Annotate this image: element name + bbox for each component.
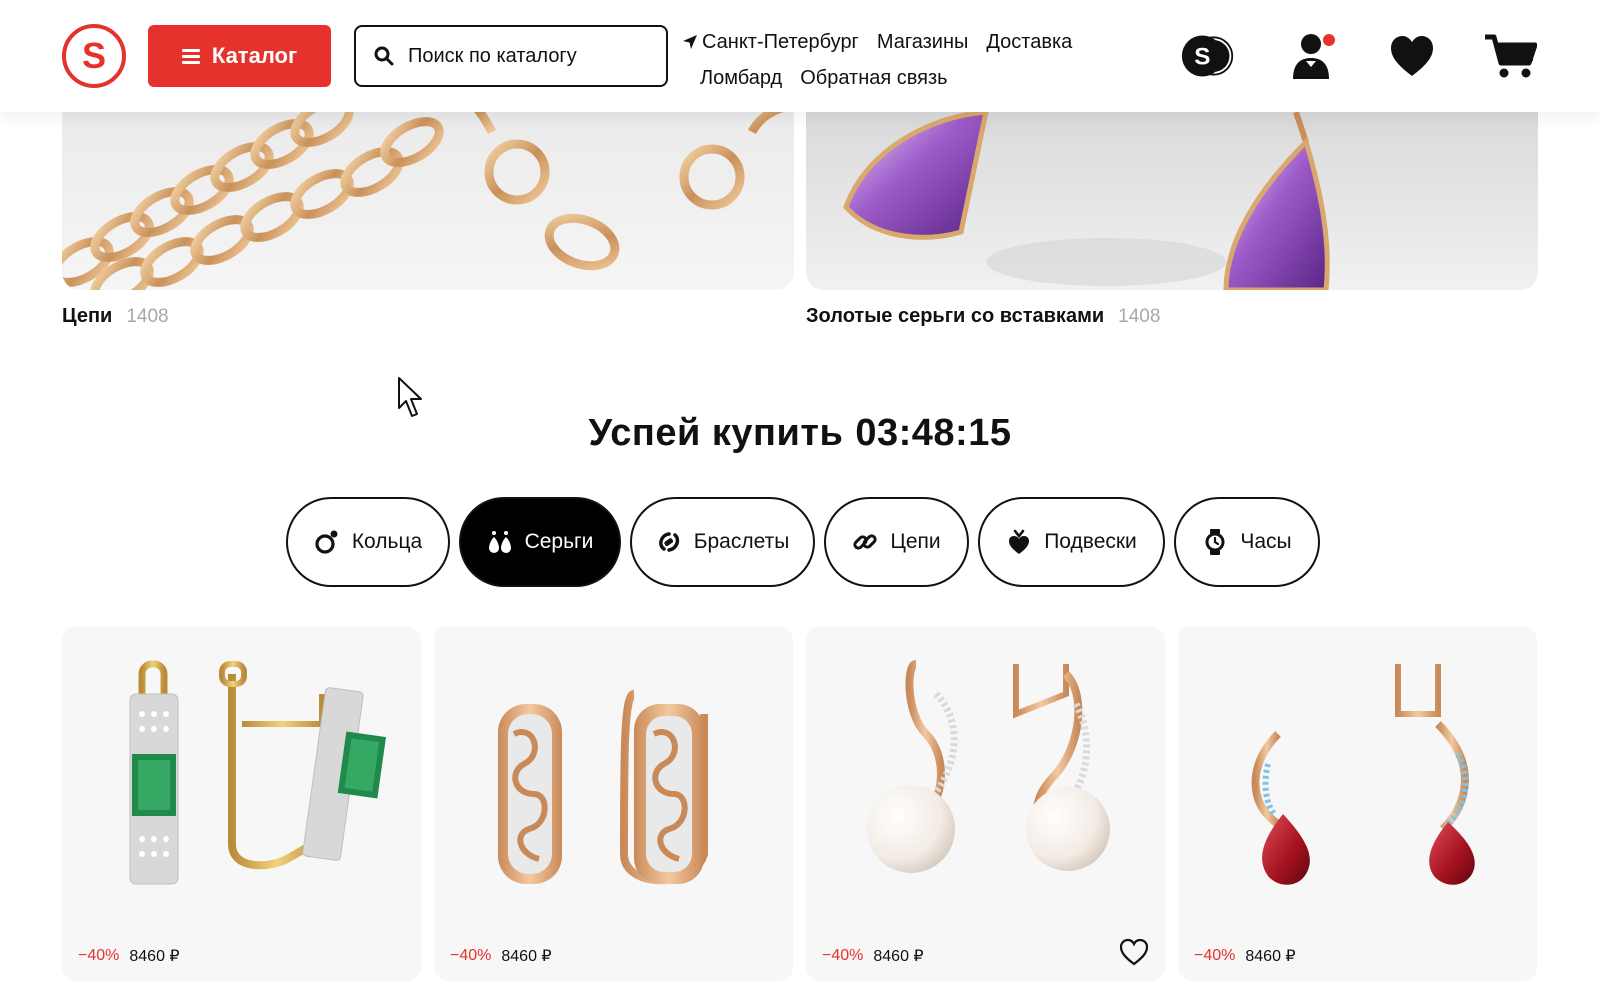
city-selector[interactable]: Санкт-Петербург [682, 31, 859, 54]
product-card[interactable]: −40% 8460 ₽ [434, 626, 793, 981]
banner-earrings-count: 1408 [1118, 306, 1161, 327]
location-arrow-icon [683, 35, 697, 49]
price-row: −40% 8460 ₽ [1194, 946, 1296, 966]
tab-chains-label: Цепи [890, 530, 941, 553]
product-card[interactable]: −40% 8460 ₽ [62, 626, 421, 981]
tab-earrings-label: Серьги [524, 530, 594, 553]
amethyst-earrings-illustration [843, 112, 1330, 290]
product-card[interactable]: −40% 8460 ₽ [806, 626, 1165, 981]
chain-icon [853, 534, 877, 550]
tab-watches-label: Часы [1240, 530, 1292, 553]
city-label: Санкт-Петербург [702, 30, 859, 53]
price: 8460 ₽ [873, 948, 924, 965]
banner-earrings-image[interactable] [806, 112, 1538, 290]
price: 8460 ₽ [1245, 948, 1296, 965]
tab-bracelets[interactable]: Браслеты [630, 497, 815, 587]
favorite-heart-icon[interactable] [1119, 938, 1149, 966]
mouse-cursor-icon [398, 377, 422, 417]
earrings-icon [488, 531, 511, 553]
nav-link-delivery[interactable]: Доставка [986, 31, 1072, 54]
discount-badge: −40% [78, 947, 120, 964]
heart-icon[interactable] [1384, 30, 1440, 82]
banner-chains-caption[interactable]: Цепи 1408 [62, 305, 169, 328]
pendant-icon [1009, 529, 1030, 554]
promo-title: Успей купить 03:48:15 [0, 412, 1600, 455]
catalog-button[interactable]: Каталог [148, 25, 331, 87]
watch-icon [1205, 529, 1225, 555]
tab-chains[interactable]: Цепи [824, 497, 969, 587]
product-image-emerald-earrings [129, 660, 386, 885]
coins-icon[interactable]: S [1180, 30, 1236, 82]
user-icon[interactable] [1287, 30, 1343, 82]
nav-link-pawnshop[interactable]: Ломбард [700, 67, 782, 90]
product-image-garnet-earrings [1251, 661, 1475, 885]
cart-icon[interactable] [1482, 30, 1538, 82]
tab-rings-label: Кольца [351, 530, 423, 553]
top-nav: Санкт-Петербург Магазины Доставка Ломбар… [682, 24, 1102, 96]
discount-badge: −40% [1194, 947, 1236, 964]
menu-icon [181, 49, 200, 64]
product-card[interactable]: −40% 8460 ₽ [1178, 626, 1537, 981]
search-icon [374, 46, 394, 66]
ring-icon [315, 530, 338, 554]
site-header: S Каталог Санкт-Петербург Магазины Доста… [0, 0, 1600, 112]
price: 8460 ₽ [129, 948, 180, 965]
nav-link-feedback[interactable]: Обратная связь [800, 67, 947, 90]
tab-earrings[interactable]: Серьги [459, 497, 621, 587]
nav-link-stores[interactable]: Магазины [877, 31, 969, 54]
price: 8460 ₽ [501, 948, 552, 965]
discount-badge: −40% [822, 947, 864, 964]
site-logo[interactable]: S [62, 24, 126, 88]
tab-rings[interactable]: Кольца [286, 497, 450, 587]
price-row: −40% 8460 ₽ [822, 946, 924, 966]
bracelet-icon [658, 532, 679, 552]
product-grid: −40% 8460 ₽ −40% 8460 ₽ −40% 8460 ₽ −40%… [62, 626, 1538, 981]
tab-bracelets-label: Браслеты [693, 530, 790, 553]
discount-badge: −40% [450, 947, 492, 964]
banner-chains-title: Цепи [62, 305, 113, 327]
tab-pendants[interactable]: Подвески [978, 497, 1165, 587]
category-tabs: Кольца Серьги Браслеты Цепи Подвески Час… [286, 497, 1320, 587]
tab-pendants-label: Подвески [1044, 530, 1137, 553]
banner-chains-image[interactable] [62, 112, 794, 290]
price-row: −40% 8460 ₽ [78, 946, 180, 966]
product-image-pearl-earrings [867, 660, 1110, 873]
svg-text:S: S [1194, 43, 1210, 70]
search-input[interactable] [408, 44, 648, 68]
search-box[interactable] [354, 25, 668, 87]
tab-watches[interactable]: Часы [1174, 497, 1320, 587]
promo-title-text: Успей купить [588, 412, 844, 454]
banner-earrings-title: Золотые серьги со вставками [806, 305, 1105, 327]
gold-chain-illustration [62, 112, 784, 290]
banner-earrings-caption[interactable]: Золотые серьги со вставками 1408 [806, 305, 1160, 328]
catalog-button-label: Каталог [211, 43, 298, 68]
countdown-timer: 03:48:15 [855, 412, 1012, 454]
product-image-filigree-earrings [498, 690, 708, 885]
price-row: −40% 8460 ₽ [450, 946, 552, 966]
banner-chains-count: 1408 [126, 306, 169, 327]
